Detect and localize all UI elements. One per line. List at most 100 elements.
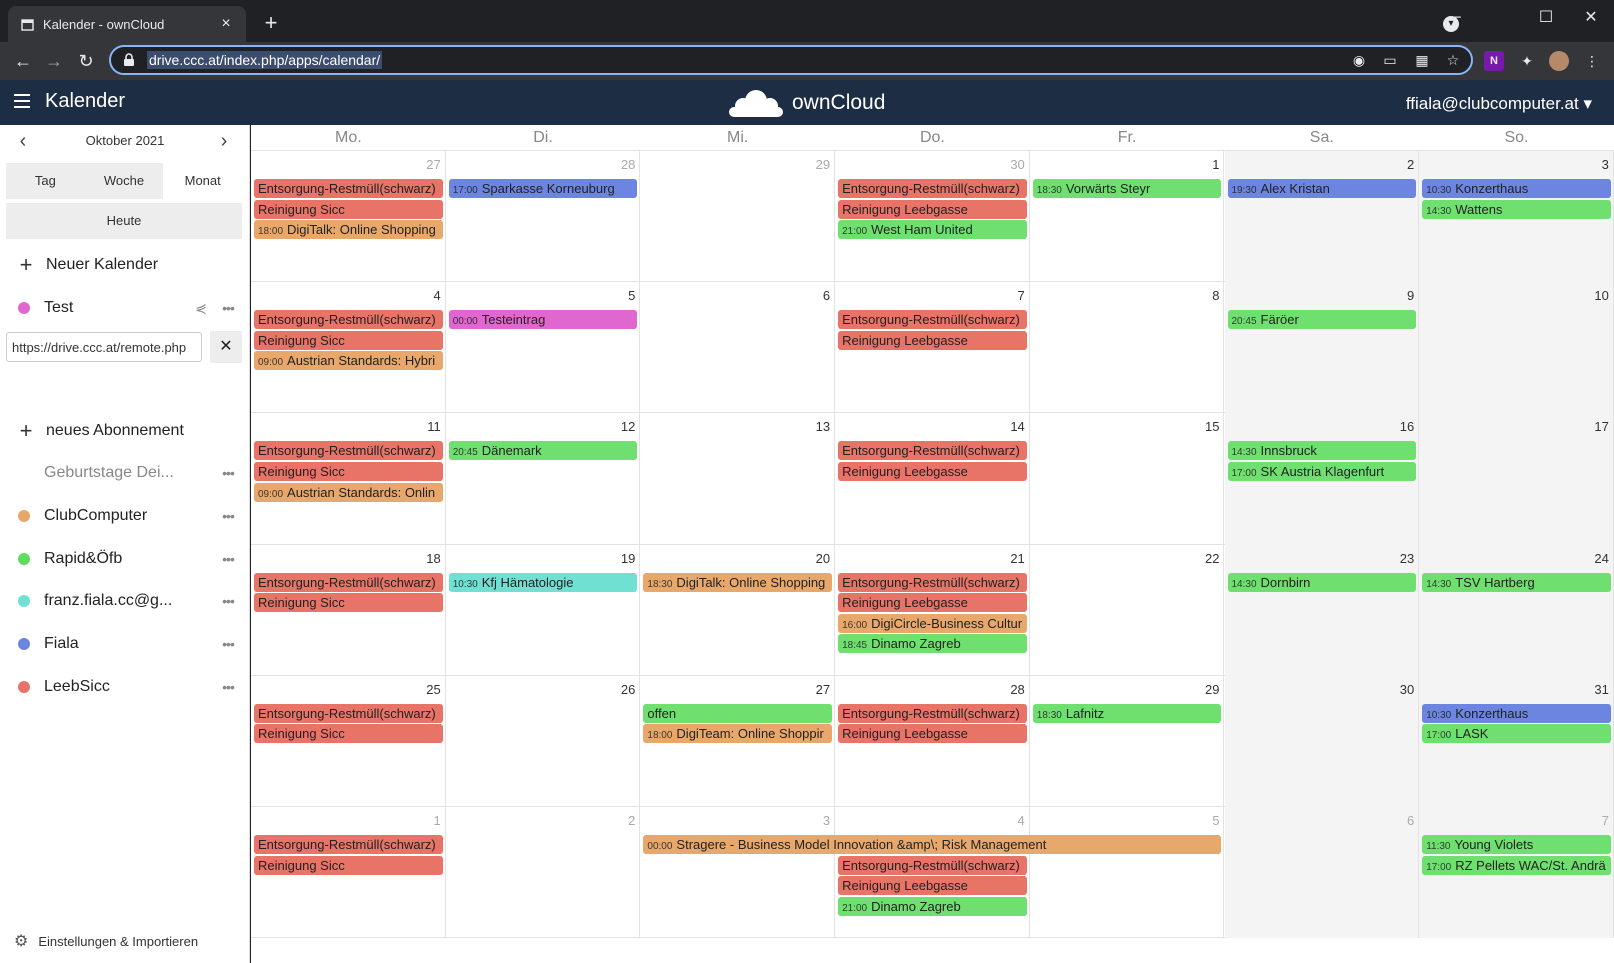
day-cell[interactable]: 15 (1030, 413, 1225, 545)
calendar-event[interactable]: 19:30 Alex Kristan (1227, 179, 1417, 198)
day-cell[interactable]: 3 (640, 807, 836, 939)
day-number[interactable]: 1 (433, 813, 440, 828)
calendar-event[interactable]: 10:30 Konzerthaus (1422, 703, 1611, 723)
day-cell[interactable]: 29 (640, 151, 836, 283)
calendar-event[interactable]: Reinigung Leebgasse (838, 461, 1027, 481)
calendar-event[interactable]: Entsorgung-Restmüll(schwarz) (838, 703, 1027, 723)
day-number[interactable]: 30 (1010, 157, 1024, 172)
day-number[interactable]: 11 (427, 419, 441, 434)
close-icon[interactable]: ✕ (210, 331, 242, 363)
url-text[interactable]: drive.ccc.at/index.php/apps/calendar/ (147, 51, 383, 69)
minimize-button[interactable]: ─ (1442, 8, 1468, 28)
calendar-item-franz[interactable]: franz.fiala.cc@g... ••• (0, 581, 250, 621)
day-number[interactable]: 7 (1602, 813, 1609, 828)
today-button[interactable]: Heute (6, 203, 242, 239)
day-number[interactable]: 17 (1594, 419, 1608, 434)
calendar-event[interactable]: Entsorgung-Restmüll(schwarz) (254, 703, 443, 723)
day-number[interactable]: 5 (1212, 813, 1219, 828)
day-cell[interactable]: 28 (446, 151, 641, 283)
day-cell[interactable]: 17 (1419, 413, 1614, 545)
day-cell[interactable]: 5 (446, 282, 641, 414)
day-cell[interactable]: 24 (1419, 544, 1614, 676)
onenote-extension-icon[interactable]: N (1484, 51, 1504, 71)
app-title[interactable]: Kalender (45, 90, 125, 113)
calendar-event[interactable]: Entsorgung-Restmüll(schwarz) (254, 441, 443, 461)
new-subscription-button[interactable]: + neues Abonnement (0, 411, 250, 451)
calendar-event[interactable]: 20:45 Dänemark (448, 441, 638, 461)
qr-code-icon[interactable]: ▦ (1413, 51, 1431, 69)
calendar-event[interactable]: 18:30 Lafnitz (1032, 703, 1222, 723)
calendar-event[interactable]: 18:45 Dinamo Zagreb (838, 634, 1027, 654)
owncloud-logo[interactable]: ownCloud (726, 86, 885, 120)
day-number[interactable]: 12 (621, 419, 635, 434)
calendar-event[interactable]: Entsorgung-Restmüll(schwarz) (254, 310, 443, 330)
calendar-event[interactable]: 00:00 Testeintrag (448, 310, 638, 330)
day-number[interactable]: 5 (628, 288, 635, 303)
day-cell[interactable]: 22 (1030, 544, 1225, 676)
extensions-puzzle-icon[interactable]: ✦ (1517, 51, 1537, 71)
calendar-event[interactable]: 21:00 West Ham United (838, 220, 1027, 240)
day-number[interactable]: 26 (621, 682, 635, 697)
day-number[interactable]: 4 (1018, 813, 1025, 828)
maximize-button[interactable]: ☐ (1533, 8, 1559, 28)
day-number[interactable]: 1 (1212, 157, 1219, 172)
day-number[interactable]: 29 (816, 157, 830, 172)
share-link-input[interactable] (6, 332, 202, 362)
calendar-event[interactable]: Entsorgung-Restmüll(schwarz) (838, 855, 1027, 875)
day-number[interactable]: 31 (1594, 682, 1608, 697)
day-number[interactable]: 4 (433, 288, 440, 303)
calendar-event[interactable]: 10:30 Konzerthaus (1422, 179, 1611, 198)
day-cell[interactable]: 29 (1030, 675, 1225, 807)
calendar-item-rapid[interactable]: Rapid&Öfb ••• (0, 539, 250, 579)
day-cell[interactable]: 2 (1224, 151, 1420, 283)
browser-menu-icon[interactable]: ⋮ (1582, 51, 1602, 71)
calendar-event[interactable]: Entsorgung-Restmüll(schwarz) (838, 310, 1027, 330)
day-number[interactable]: 28 (1010, 682, 1024, 697)
calendar-event[interactable]: Reinigung Sicc (254, 593, 443, 613)
day-number[interactable]: 2 (1407, 157, 1414, 172)
day-number[interactable]: 2 (628, 813, 635, 828)
calendar-item-fiala[interactable]: Fiala ••• (0, 624, 250, 664)
more-options-icon[interactable]: ••• (218, 679, 238, 695)
browser-tab[interactable]: Kalender - ownCloud × (8, 6, 246, 42)
calendar-event[interactable]: Reinigung Leebgasse (838, 876, 1027, 896)
day-number[interactable]: 19 (621, 551, 635, 566)
day-number[interactable]: 8 (1212, 288, 1219, 303)
calendar-event[interactable]: Reinigung Leebgasse (838, 199, 1027, 219)
next-month-icon[interactable]: › (214, 131, 234, 151)
more-options-icon[interactable]: ••• (218, 508, 238, 524)
calendar-event[interactable]: Entsorgung-Restmüll(schwarz) (838, 572, 1027, 592)
more-options-icon[interactable]: ••• (218, 593, 238, 609)
day-number[interactable]: 18 (426, 551, 440, 566)
day-number[interactable]: 20 (816, 551, 830, 566)
calendar-item-birthdays[interactable]: Geburtstage Dei... ••• (0, 453, 250, 493)
day-number[interactable]: 27 (426, 157, 440, 172)
day-cell[interactable]: 30 (1224, 675, 1420, 807)
calendar-event[interactable]: 09:00 Austrian Standards: Hybri (254, 351, 443, 371)
calendar-event[interactable]: Reinigung Sicc (254, 855, 443, 875)
day-number[interactable]: 6 (823, 288, 830, 303)
address-bar[interactable]: drive.ccc.at/index.php/apps/calendar/ (109, 45, 1473, 75)
calendar-event[interactable]: Entsorgung-Restmüll(schwarz) (254, 179, 443, 198)
calendar-event[interactable]: 18:00 DigiTeam: Online Shoppir (643, 724, 833, 744)
day-cell[interactable]: 20 (640, 544, 836, 676)
new-calendar-button[interactable]: + Neuer Kalender (0, 245, 250, 285)
day-number[interactable]: 30 (1400, 682, 1414, 697)
bookmark-star-icon[interactable]: ☆ (1444, 51, 1462, 69)
calendar-event[interactable]: Reinigung Sicc (254, 461, 443, 481)
settings-import-button[interactable]: ⚙ Einstellungen & Importieren (14, 931, 198, 951)
calendar-event[interactable]: Entsorgung-Restmüll(schwarz) (838, 441, 1027, 461)
more-options-icon[interactable]: ••• (218, 465, 238, 481)
day-number[interactable]: 13 (816, 419, 830, 434)
day-cell[interactable]: 8 (1030, 282, 1225, 414)
calendar-event[interactable]: Reinigung Leebgasse (838, 593, 1027, 613)
more-options-icon[interactable]: ••• (218, 636, 238, 652)
calendar-event[interactable]: 10:30 Kfj Hämatologie (448, 572, 638, 592)
calendar-item-leebsicc[interactable]: LeebSicc ••• (0, 667, 250, 707)
calendar-event[interactable]: Reinigung Sicc (254, 724, 443, 744)
day-cell[interactable]: 6 (1224, 807, 1420, 939)
calendar-event[interactable]: 14:30 Dornbirn (1227, 572, 1417, 592)
reload-icon[interactable]: ↻ (75, 50, 97, 72)
calendar-event[interactable]: 14:30 Wattens (1422, 199, 1611, 219)
calendar-event[interactable]: 00:00 Stragere - Business Model Innovatio… (643, 835, 1222, 854)
